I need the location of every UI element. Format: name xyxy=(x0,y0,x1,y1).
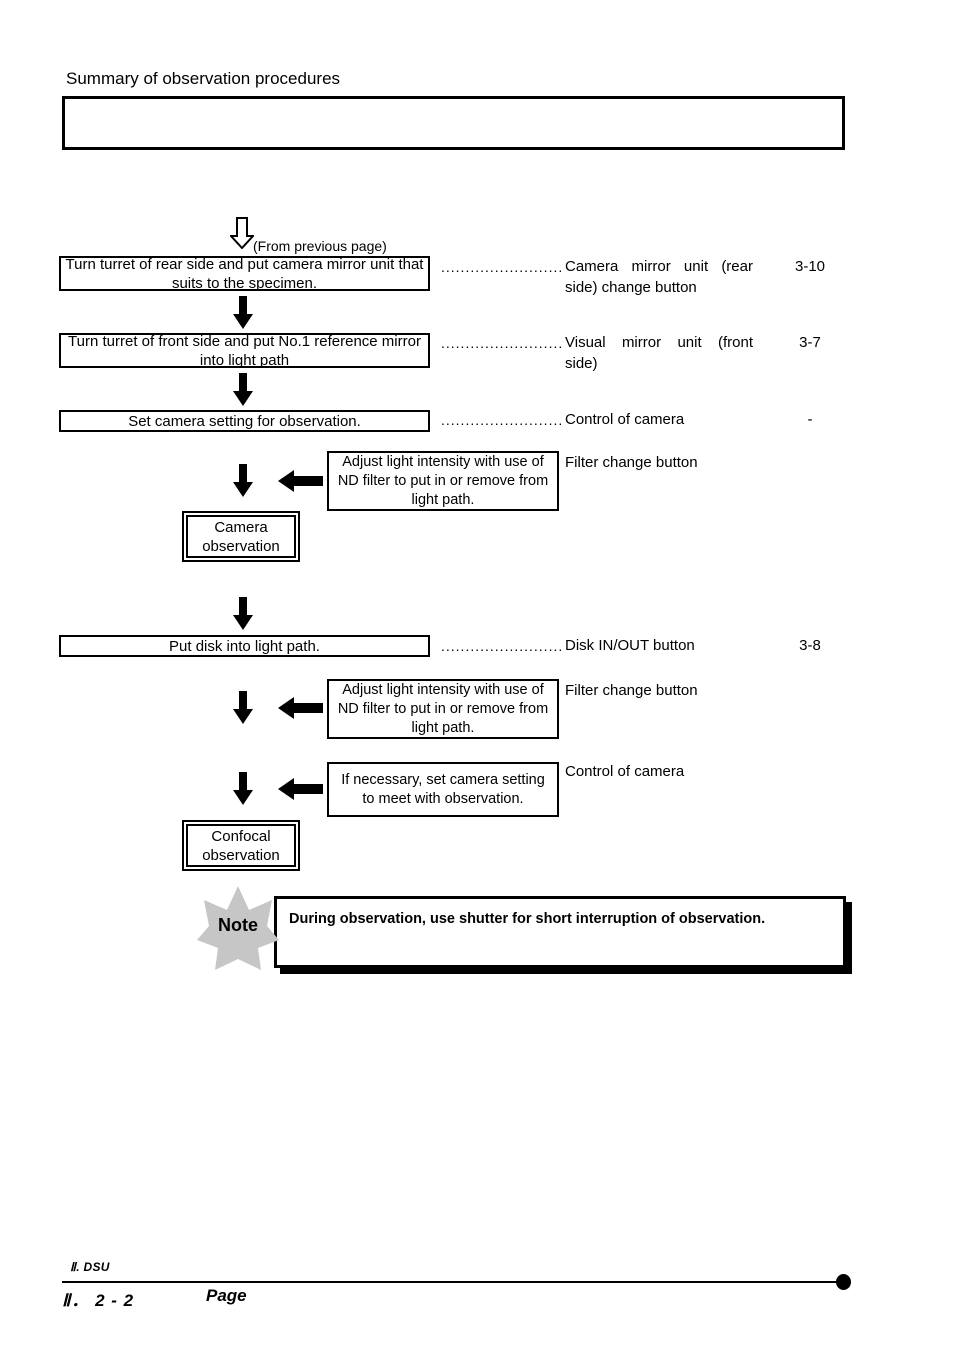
ref-label-control-of-camera-2: Control of camera xyxy=(565,763,685,780)
leader-dots-2: ......................... xyxy=(441,335,564,351)
terminal-line-1: Camera xyxy=(214,518,268,536)
leader-dots-3: ......................... xyxy=(441,412,564,428)
side-step-text: If necessary, set camera setting to meet… xyxy=(341,771,545,807)
side-step-box-nd-filter-camera: Adjust light intensity with use of ND fi… xyxy=(327,451,559,511)
arrow-down-icon-2 xyxy=(232,373,254,407)
header-empty-box xyxy=(62,96,845,150)
flow-step-box-camera-mirror: Turn turret of rear side and put camera … xyxy=(59,255,430,292)
footer-chapter-label: Ⅱ. DSU xyxy=(70,1260,110,1274)
note-text: During observation, use shutter for shor… xyxy=(289,911,766,927)
arrow-down-icon-5 xyxy=(232,691,254,725)
flow-step-text: Put disk into light path. xyxy=(169,637,320,655)
flow-step-box-put-disk: Put disk into light path. xyxy=(59,635,430,657)
note-callout: During observation, use shutter for shor… xyxy=(196,884,856,984)
document-page: Summary of observation procedures (From … xyxy=(0,0,954,1351)
terminal-box-confocal-observation: Confocal observation xyxy=(186,824,296,867)
ref-label-filter-change-2: Filter change button xyxy=(565,682,698,699)
ref-label-camera-setting: Control of camera xyxy=(565,411,685,428)
ref-label-visual-mirror: Visual mirror unit (front side) xyxy=(565,332,753,374)
ref-page-camera-setting: - xyxy=(807,411,813,428)
terminal-box-camera-observation: Camera observation xyxy=(186,515,296,558)
ref-label-camera-mirror: Camera mirror unit (rear side) change bu… xyxy=(565,256,753,298)
leader-dots-1: ......................... xyxy=(441,259,564,275)
arrow-left-icon-2 xyxy=(278,696,324,720)
arrow-from-previous-page-icon xyxy=(230,217,254,249)
page-title: Summary of observation procedures xyxy=(66,69,341,88)
terminal-line-1: Confocal xyxy=(211,827,271,845)
terminal-line-2: observation xyxy=(202,537,280,555)
footer-divider xyxy=(62,1281,844,1283)
ref-line-2: side) xyxy=(565,355,598,372)
side-step-box-nd-filter-confocal: Adjust light intensity with use of ND fi… xyxy=(327,679,559,739)
arrow-down-icon-6 xyxy=(232,772,254,806)
arrow-left-icon-1 xyxy=(278,469,324,493)
ref-line-1: Visual mirror unit (front xyxy=(565,334,753,351)
footer-page-word: Page xyxy=(206,1286,247,1305)
ref-page-camera-mirror: 3-10 xyxy=(794,258,826,275)
arrow-down-icon-1 xyxy=(232,296,254,330)
arrow-down-icon-3 xyxy=(232,464,254,498)
flow-step-text: Turn turret of rear side and put camera … xyxy=(65,255,424,292)
terminal-line-2: observation xyxy=(202,846,280,864)
footer-page-number: Ⅱ． 2 - 2 xyxy=(62,1291,135,1310)
note-badge-label: Note xyxy=(218,915,258,935)
ref-line-2: side) change button xyxy=(565,279,697,296)
flow-step-box-visual-mirror: Turn turret of front side and put No.1 r… xyxy=(59,332,430,369)
note-box: During observation, use shutter for shor… xyxy=(274,896,846,968)
ref-line-1: Camera mirror unit (rear xyxy=(565,258,753,275)
flow-step-box-camera-setting: Set camera setting for observation. xyxy=(59,410,430,432)
side-step-text: Adjust light intensity with use of ND fi… xyxy=(337,453,549,508)
arrow-left-icon-3 xyxy=(278,777,324,801)
note-star-badge: Note xyxy=(196,884,280,972)
leader-dots-4: ......................... xyxy=(441,638,564,654)
footer-dot-marker xyxy=(836,1274,851,1290)
ref-label-filter-change-1: Filter change button xyxy=(565,454,698,471)
flow-step-text: Turn turret of front side and put No.1 r… xyxy=(68,332,421,369)
ref-page-visual-mirror: 3-7 xyxy=(799,334,821,351)
ref-label-disk-button: Disk IN/OUT button xyxy=(565,637,695,654)
side-step-box-camera-setting-confocal: If necessary, set camera setting to meet… xyxy=(327,762,559,817)
ref-page-disk-button: 3-8 xyxy=(799,637,821,654)
flow-step-text: Set camera setting for observation. xyxy=(128,412,361,430)
arrow-down-icon-4 xyxy=(232,597,254,631)
side-step-text: Adjust light intensity with use of ND fi… xyxy=(337,681,549,736)
from-previous-page-label: (From previous page) xyxy=(253,238,387,254)
